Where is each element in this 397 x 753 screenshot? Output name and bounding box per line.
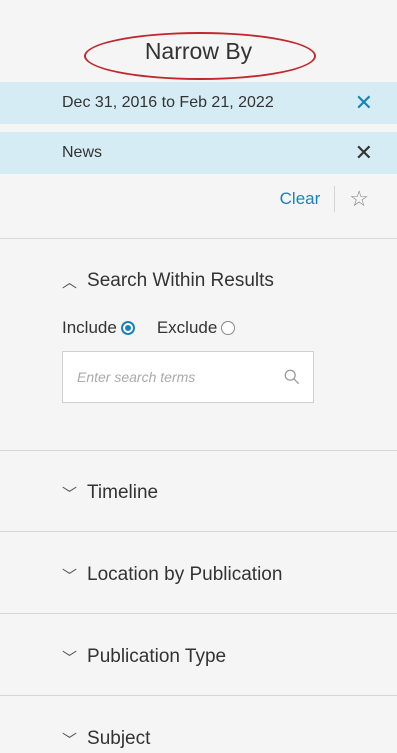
- divider: [0, 238, 397, 239]
- star-icon[interactable]: ☆: [349, 188, 369, 210]
- include-radio[interactable]: [120, 321, 135, 335]
- section-label: Search Within Results: [87, 270, 274, 291]
- active-filter-source-type: News ✕: [0, 132, 397, 174]
- divider: [0, 695, 397, 696]
- include-exclude-options: Include Exclude: [62, 318, 236, 338]
- divider: [0, 531, 397, 532]
- divider: [0, 450, 397, 451]
- section-toggle-timeline[interactable]: ﹀ Timeline: [62, 482, 158, 504]
- exclude-radio[interactable]: [221, 321, 236, 335]
- include-radio-option[interactable]: Include: [62, 318, 135, 338]
- exclude-radio-option[interactable]: Exclude: [156, 318, 236, 338]
- search-icon[interactable]: [283, 368, 301, 386]
- section-toggle-subject[interactable]: ﹀ Subject: [62, 728, 150, 750]
- section-toggle-publication-type[interactable]: ﹀ Publication Type: [62, 646, 226, 668]
- section-label: Subject: [87, 728, 151, 749]
- narrow-by-panel: Narrow By Dec 31, 2016 to Feb 21, 2022 ✕…: [0, 0, 397, 753]
- chevron-down-icon: ﹀: [62, 485, 78, 503]
- section-toggle-search-within[interactable]: ﹀ Search Within Results: [62, 270, 274, 292]
- filter-actions: Clear ☆: [280, 184, 369, 214]
- chevron-down-icon: ﹀: [62, 649, 78, 667]
- divider: [334, 186, 336, 212]
- section-toggle-location-by-publication[interactable]: ﹀ Location by Publication: [62, 564, 282, 586]
- search-within-input[interactable]: [75, 368, 283, 386]
- section-label: Timeline: [87, 482, 159, 503]
- panel-title: Narrow By: [144, 38, 253, 64]
- close-icon[interactable]: ✕: [355, 92, 373, 114]
- section-label: Publication Type: [87, 646, 227, 667]
- include-label: Include: [62, 318, 117, 337]
- filter-label: News: [62, 144, 103, 161]
- clear-filters-link[interactable]: Clear: [280, 189, 321, 209]
- close-icon[interactable]: ✕: [355, 142, 373, 164]
- filter-label: Dec 31, 2016 to Feb 21, 2022: [62, 94, 274, 111]
- exclude-label: Exclude: [156, 318, 218, 337]
- divider: [0, 613, 397, 614]
- panel-header: Narrow By: [0, 0, 397, 82]
- chevron-up-icon: ﹀: [62, 271, 78, 289]
- section-label: Location by Publication: [87, 564, 283, 585]
- chevron-down-icon: ﹀: [62, 731, 78, 749]
- search-within-field: [62, 351, 314, 403]
- chevron-down-icon: ﹀: [62, 567, 78, 585]
- active-filter-date-range: Dec 31, 2016 to Feb 21, 2022 ✕: [0, 82, 397, 124]
